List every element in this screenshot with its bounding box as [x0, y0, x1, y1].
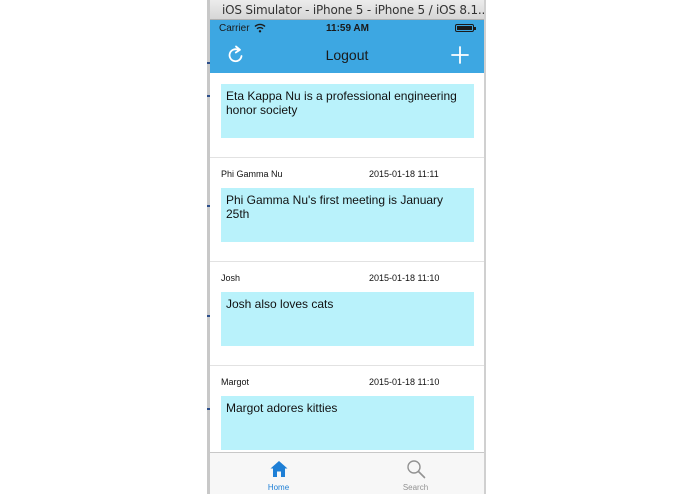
post-body: Margot adores kitties — [221, 396, 474, 450]
post-divider — [210, 157, 484, 158]
wifi-icon — [254, 23, 266, 33]
tab-bar: Home Search — [210, 452, 484, 494]
window-titlebar[interactable]: iOS Simulator - iPhone 5 - iPhone 5 / iO… — [210, 0, 484, 20]
navigation-bar: Logout — [210, 37, 484, 73]
status-time: 11:59 AM — [326, 23, 369, 34]
status-bar: Carrier 11:59 AM — [210, 20, 484, 37]
post-author: Margot — [221, 377, 250, 387]
simulator-window: iOS Simulator - iPhone 5 - iPhone 5 / iO… — [210, 0, 484, 494]
post-date: 2015-01-18 11:10 — [369, 273, 440, 283]
search-icon — [407, 460, 426, 479]
tab-home-label: Home — [267, 483, 290, 492]
post-body: Eta Kappa Nu is a professional engineeri… — [221, 84, 474, 138]
tab-search-label: Search — [402, 483, 429, 492]
post-divider — [210, 365, 484, 366]
add-icon[interactable] — [450, 45, 470, 65]
window-title: iOS Simulator - iPhone 5 - iPhone 5 / iO… — [222, 3, 484, 17]
post-author: Josh — [221, 273, 241, 283]
post-body: Phi Gamma Nu's first meeting is January … — [221, 188, 474, 242]
post-divider — [210, 261, 484, 262]
tab-search[interactable]: Search — [347, 453, 484, 494]
tab-home[interactable]: Home — [210, 453, 347, 494]
background-window-edge-right — [484, 0, 486, 494]
post-feed[interactable]: Eta Kappa Nu is a professional engineeri… — [210, 73, 484, 452]
post-date: 2015-01-18 11:10 — [369, 377, 440, 387]
battery-icon — [455, 24, 476, 32]
logout-button[interactable]: Logout — [210, 47, 484, 63]
carrier-label: Carrier — [219, 23, 250, 34]
home-icon — [270, 461, 288, 477]
post-date: 2015-01-18 11:11 — [369, 169, 439, 179]
post-body: Josh also loves cats — [221, 292, 474, 346]
post-author: Phi Gamma Nu — [221, 169, 283, 179]
